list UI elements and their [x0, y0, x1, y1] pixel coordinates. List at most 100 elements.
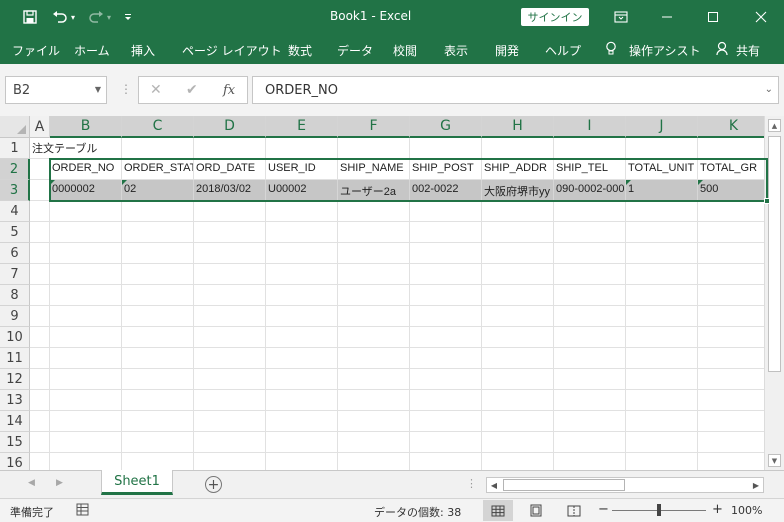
- cell-b10[interactable]: [50, 327, 122, 348]
- cell-j4[interactable]: [626, 201, 698, 222]
- tab-split-handle[interactable]: ⋮: [466, 477, 477, 490]
- column-header-k[interactable]: K: [698, 116, 764, 138]
- cell-h3[interactable]: 大阪府堺市yy: [482, 180, 554, 201]
- cell-f5[interactable]: [338, 222, 410, 243]
- cell-e14[interactable]: [266, 411, 338, 432]
- cell-b1[interactable]: [50, 138, 122, 159]
- cell-g10[interactable]: [410, 327, 482, 348]
- tab-help[interactable]: ヘルプ: [545, 42, 581, 59]
- tab-page-layout[interactable]: ページ レイアウト: [182, 42, 282, 59]
- cell-c16[interactable]: [122, 453, 194, 470]
- cell-j14[interactable]: [626, 411, 698, 432]
- redo-dropdown-icon[interactable]: ▾: [104, 7, 114, 27]
- cell-h13[interactable]: [482, 390, 554, 411]
- column-header-g[interactable]: G: [410, 116, 482, 138]
- cell-c11[interactable]: [122, 348, 194, 369]
- cell-d3[interactable]: 2018/03/02: [194, 180, 266, 201]
- cell-f9[interactable]: [338, 306, 410, 327]
- page-break-preview-icon[interactable]: [559, 500, 589, 521]
- cell-k13[interactable]: [698, 390, 764, 411]
- cell-i8[interactable]: [554, 285, 626, 306]
- cell-a2[interactable]: [30, 159, 50, 180]
- cell-b11[interactable]: [50, 348, 122, 369]
- cell-c2[interactable]: ORDER_STATUS: [122, 159, 194, 180]
- cell-j3[interactable]: 1: [626, 180, 698, 201]
- cell-i4[interactable]: [554, 201, 626, 222]
- cell-b16[interactable]: [50, 453, 122, 470]
- row-header-5[interactable]: 5: [0, 222, 30, 243]
- cell-a10[interactable]: [30, 327, 50, 348]
- cell-d10[interactable]: [194, 327, 266, 348]
- cell-j6[interactable]: [626, 243, 698, 264]
- cell-j13[interactable]: [626, 390, 698, 411]
- cell-b7[interactable]: [50, 264, 122, 285]
- cell-i11[interactable]: [554, 348, 626, 369]
- column-header-c[interactable]: C: [122, 116, 194, 138]
- cell-d2[interactable]: ORD_DATE: [194, 159, 266, 180]
- scroll-left-icon[interactable]: ◀: [487, 478, 501, 492]
- cell-k14[interactable]: [698, 411, 764, 432]
- cell-c8[interactable]: [122, 285, 194, 306]
- cell-f13[interactable]: [338, 390, 410, 411]
- cell-b2[interactable]: ORDER_NO: [50, 159, 122, 180]
- cell-i3[interactable]: 090-0002-0002: [554, 180, 626, 201]
- cell-e13[interactable]: [266, 390, 338, 411]
- cell-c3[interactable]: 02: [122, 180, 194, 201]
- cell-g3[interactable]: 002-0022: [410, 180, 482, 201]
- cell-c13[interactable]: [122, 390, 194, 411]
- tab-home[interactable]: ホーム: [74, 42, 110, 59]
- cell-h2[interactable]: SHIP_ADDR: [482, 159, 554, 180]
- cell-a7[interactable]: [30, 264, 50, 285]
- cell-b14[interactable]: [50, 411, 122, 432]
- cell-e12[interactable]: [266, 369, 338, 390]
- tab-developer[interactable]: 開発: [495, 42, 519, 59]
- cell-f8[interactable]: [338, 285, 410, 306]
- cell-h12[interactable]: [482, 369, 554, 390]
- cell-d15[interactable]: [194, 432, 266, 453]
- scroll-down-icon[interactable]: ▼: [768, 454, 781, 467]
- minimize-icon[interactable]: [644, 0, 690, 34]
- undo-icon[interactable]: [50, 7, 70, 27]
- cell-f2[interactable]: SHIP_NAME: [338, 159, 410, 180]
- tab-file[interactable]: ファイル: [12, 42, 60, 59]
- cell-j11[interactable]: [626, 348, 698, 369]
- cell-e7[interactable]: [266, 264, 338, 285]
- row-header-6[interactable]: 6: [0, 243, 30, 264]
- cell-d7[interactable]: [194, 264, 266, 285]
- cell-a4[interactable]: [30, 201, 50, 222]
- cell-k11[interactable]: [698, 348, 764, 369]
- select-all-button[interactable]: [0, 116, 30, 138]
- cell-e15[interactable]: [266, 432, 338, 453]
- cell-d14[interactable]: [194, 411, 266, 432]
- cell-j2[interactable]: TOTAL_UNIT: [626, 159, 698, 180]
- cell-c12[interactable]: [122, 369, 194, 390]
- cell-j12[interactable]: [626, 369, 698, 390]
- row-header-14[interactable]: 14: [0, 411, 30, 432]
- lightbulb-icon[interactable]: [605, 41, 617, 59]
- cell-d16[interactable]: [194, 453, 266, 470]
- column-header-h[interactable]: H: [482, 116, 554, 138]
- cell-e11[interactable]: [266, 348, 338, 369]
- cell-f7[interactable]: [338, 264, 410, 285]
- cell-g13[interactable]: [410, 390, 482, 411]
- cell-a8[interactable]: [30, 285, 50, 306]
- cell-e2[interactable]: USER_ID: [266, 159, 338, 180]
- cell-f16[interactable]: [338, 453, 410, 470]
- cell-g14[interactable]: [410, 411, 482, 432]
- cell-h16[interactable]: [482, 453, 554, 470]
- cell-j5[interactable]: [626, 222, 698, 243]
- cell-b13[interactable]: [50, 390, 122, 411]
- cell-e5[interactable]: [266, 222, 338, 243]
- error-indicator-icon[interactable]: [122, 180, 127, 185]
- cell-g12[interactable]: [410, 369, 482, 390]
- cell-h9[interactable]: [482, 306, 554, 327]
- cell-d13[interactable]: [194, 390, 266, 411]
- cell-d8[interactable]: [194, 285, 266, 306]
- row-header-8[interactable]: 8: [0, 285, 30, 306]
- add-sheet-button[interactable]: +: [205, 476, 222, 493]
- cell-c14[interactable]: [122, 411, 194, 432]
- cell-f10[interactable]: [338, 327, 410, 348]
- cell-e9[interactable]: [266, 306, 338, 327]
- normal-view-icon[interactable]: [483, 500, 513, 521]
- cell-b8[interactable]: [50, 285, 122, 306]
